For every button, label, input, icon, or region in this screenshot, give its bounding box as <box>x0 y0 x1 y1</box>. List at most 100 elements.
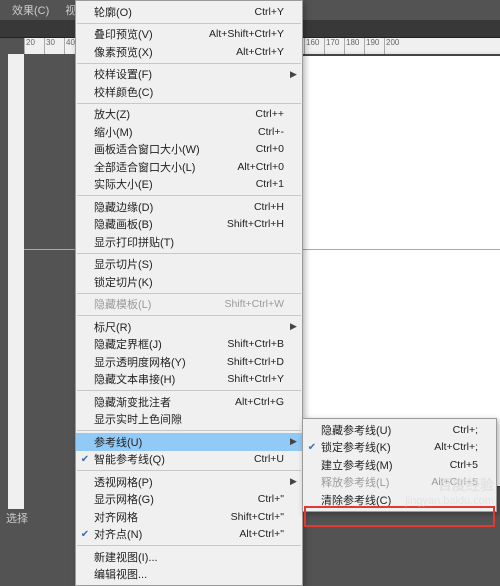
menu-item-label: 对齐点(N) <box>94 526 239 542</box>
view-menu-item[interactable]: 校样设置(F) ▶ <box>76 66 302 84</box>
menu-item-label: 轮廓(O) <box>94 4 255 20</box>
menu-item-accelerator: Ctrl+1 <box>256 178 290 190</box>
menu-item-accelerator: Alt+Ctrl+; <box>434 441 484 453</box>
ruler-tick: 200 <box>384 38 404 54</box>
menu-separator <box>77 195 301 196</box>
check-icon: ✔ <box>303 442 321 453</box>
menu-item-label: 显示网格(G) <box>94 491 258 507</box>
menu-separator <box>77 390 301 391</box>
menu-item-accelerator: Alt+Ctrl+0 <box>237 161 290 173</box>
menu-item-label: 参考线(U) <box>94 434 284 450</box>
menu-item-accelerator: Ctrl+0 <box>256 143 290 155</box>
view-menu-dropdown: 轮廓(O)Ctrl+Y 叠印预览(V)Alt+Shift+Ctrl+Y像素预览(X… <box>75 0 303 586</box>
menu-item-accelerator: Shift+Ctrl+B <box>227 338 290 350</box>
menu-separator <box>77 293 301 294</box>
menu-item-label: 校样设置(F) <box>94 66 284 82</box>
menu-item-accelerator: Alt+Ctrl+Y <box>236 46 290 58</box>
view-menu-item[interactable]: 放大(Z)Ctrl++ <box>76 106 302 124</box>
menu-item-label: 显示实时上色间隙 <box>94 411 284 427</box>
menu-item-label: 锁定切片(K) <box>94 274 284 290</box>
menu-separator <box>77 430 301 431</box>
menu-item-accelerator: Ctrl+; <box>453 424 484 436</box>
check-icon: ✔ <box>76 454 94 465</box>
ruler-tick: 170 <box>324 38 344 54</box>
menu-item-accelerator: Ctrl+H <box>254 201 290 213</box>
menu-item-label: 全部适合窗口大小(L) <box>94 159 237 175</box>
menu-item-label: 隐藏参考线(U) <box>321 422 453 438</box>
menu-item-label: 对齐网格 <box>94 509 231 525</box>
menu-item-label: 实际大小(E) <box>94 176 256 192</box>
menu-item-label: 隐藏画板(B) <box>94 216 227 232</box>
menu-item-label: 画板适合窗口大小(W) <box>94 141 256 157</box>
view-menu-item[interactable]: 隐藏文本串接(H)Shift+Ctrl+Y <box>76 371 302 389</box>
chevron-right-icon: ▶ <box>290 476 302 487</box>
view-menu-item[interactable]: 标尺(R) ▶ <box>76 318 302 336</box>
menu-item-label: 显示打印拼贴(T) <box>94 234 284 250</box>
view-menu-item[interactable]: ✔对齐点(N)Alt+Ctrl+" <box>76 526 302 544</box>
view-menu-item[interactable]: 隐藏渐变批注者Alt+Ctrl+G <box>76 393 302 411</box>
view-menu-item[interactable]: 显示打印拼贴(T) <box>76 233 302 251</box>
view-menu-item[interactable]: 像素预览(X)Alt+Ctrl+Y <box>76 43 302 61</box>
view-menu-item[interactable]: ✔智能参考线(Q)Ctrl+U <box>76 451 302 469</box>
menu-effects[interactable]: 效果(C) <box>4 0 57 20</box>
view-menu-item[interactable]: 缩小(M)Ctrl+- <box>76 123 302 141</box>
menu-item-accelerator: Alt+Ctrl+G <box>235 396 290 408</box>
menu-item-accelerator: Ctrl+" <box>258 493 290 505</box>
view-menu-item[interactable]: 对齐网格Shift+Ctrl+" <box>76 508 302 526</box>
menu-separator <box>77 545 301 546</box>
view-menu-item[interactable]: 叠印预览(V)Alt+Shift+Ctrl+Y <box>76 26 302 44</box>
menu-separator <box>77 23 301 24</box>
menu-item-accelerator: Shift+Ctrl+H <box>227 218 290 230</box>
view-menu-item[interactable]: 显示透明度网格(Y)Shift+Ctrl+D <box>76 353 302 371</box>
view-menu-item[interactable]: 新建视图(I)... <box>76 548 302 566</box>
view-menu-item[interactable]: 轮廓(O)Ctrl+Y <box>76 3 302 21</box>
view-menu-item[interactable]: 锁定切片(K) <box>76 273 302 291</box>
ruler-tick: 190 <box>364 38 384 54</box>
ruler-tick: 180 <box>344 38 364 54</box>
ruler-tick: 30 <box>44 38 64 54</box>
ruler-tick: 160 <box>304 38 324 54</box>
view-menu-item[interactable]: 隐藏定界框(J)Shift+Ctrl+B <box>76 336 302 354</box>
view-menu-item[interactable]: 隐藏画板(B)Shift+Ctrl+H <box>76 216 302 234</box>
view-menu-item[interactable]: 实际大小(E)Ctrl+1 <box>76 176 302 194</box>
menu-item-accelerator: Alt+Ctrl+" <box>239 528 290 540</box>
menu-item-accelerator: Ctrl+5 <box>450 459 484 471</box>
guides-submenu-item[interactable]: 隐藏参考线(U)Ctrl+; <box>303 421 496 439</box>
menu-item-label: 建立参考线(M) <box>321 457 450 473</box>
view-menu-item[interactable]: 透视网格(P)▶ <box>76 473 302 491</box>
menu-item-accelerator: Ctrl+U <box>254 453 290 465</box>
guides-submenu-item[interactable]: 建立参考线(M)Ctrl+5 <box>303 456 496 474</box>
view-menu-item[interactable]: 隐藏边缘(D)Ctrl+H <box>76 198 302 216</box>
view-menu-item[interactable]: 显示网格(G)Ctrl+" <box>76 491 302 509</box>
chevron-right-icon: ▶ <box>290 321 302 332</box>
view-menu-item[interactable]: 显示切片(S) <box>76 256 302 274</box>
menu-item-label: 放大(Z) <box>94 106 255 122</box>
menu-separator <box>77 253 301 254</box>
menu-item-label: 新建视图(I)... <box>94 549 284 565</box>
view-menu-item[interactable]: 全部适合窗口大小(L)Alt+Ctrl+0 <box>76 158 302 176</box>
view-menu-item[interactable]: 画板适合窗口大小(W)Ctrl+0 <box>76 141 302 159</box>
menu-item-label: 标尺(R) <box>94 319 284 335</box>
menu-separator <box>77 63 301 64</box>
chevron-right-icon: ▶ <box>290 436 302 447</box>
menu-item-accelerator: Shift+Ctrl+D <box>227 356 290 368</box>
guides-submenu-item[interactable]: ✔锁定参考线(K)Alt+Ctrl+; <box>303 439 496 457</box>
view-menu-item: 隐藏模板(L)Shift+Ctrl+W <box>76 296 302 314</box>
view-menu-item[interactable]: 编辑视图... <box>76 566 302 584</box>
menu-item-accelerator: Ctrl+- <box>258 126 290 138</box>
view-menu-item[interactable]: 参考线(U) ▶ <box>76 433 302 451</box>
menu-item-accelerator: Ctrl+Y <box>255 6 290 18</box>
menu-item-label: 缩小(M) <box>94 124 258 140</box>
menu-item-label: 显示透明度网格(Y) <box>94 354 227 370</box>
chevron-right-icon: ▶ <box>290 69 302 80</box>
menu-item-label: 校样颜色(C) <box>94 84 284 100</box>
menu-item-label: 隐藏模板(L) <box>94 296 224 312</box>
watermark: 百度经验 jingyan.baidu.com <box>405 475 494 507</box>
view-menu-item[interactable]: 校样颜色(C) <box>76 83 302 101</box>
menu-item-label: 叠印预览(V) <box>94 26 209 42</box>
menu-separator <box>77 470 301 471</box>
menu-item-label: 编辑视图... <box>94 566 284 582</box>
menu-separator <box>77 103 301 104</box>
ruler-vertical[interactable] <box>8 54 24 509</box>
view-menu-item[interactable]: 显示实时上色间隙 <box>76 411 302 429</box>
